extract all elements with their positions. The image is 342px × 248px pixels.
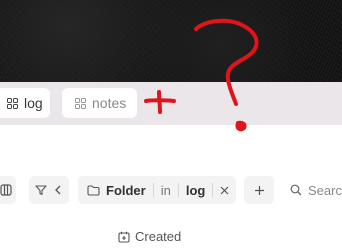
plus-icon xyxy=(254,185,264,195)
folder-icon xyxy=(87,184,100,196)
annotation-overlay xyxy=(144,18,259,132)
search-icon xyxy=(290,184,302,196)
add-filter-button[interactable] xyxy=(244,176,274,204)
column-header-created[interactable]: Created xyxy=(118,229,181,244)
close-icon[interactable] xyxy=(220,186,229,195)
filter-field-label: Folder xyxy=(106,182,146,198)
chevron-left-icon xyxy=(55,185,61,195)
calendar-plus-icon xyxy=(118,231,130,243)
column-header-label: Created xyxy=(135,229,182,244)
board-icon xyxy=(0,184,12,196)
search-field[interactable]: Search xyxy=(290,176,342,204)
search-placeholder: Search xyxy=(308,182,342,198)
view-toggle-button[interactable] xyxy=(0,176,16,204)
divider xyxy=(152,183,154,197)
filter-value: log xyxy=(185,182,206,198)
filter-operator: in xyxy=(160,182,171,198)
plus-annotation xyxy=(144,90,176,114)
divider xyxy=(177,183,179,197)
divider xyxy=(212,183,214,197)
question-mark-annotation xyxy=(194,18,259,132)
filter-button[interactable] xyxy=(29,176,69,204)
filter-chip[interactable]: Folder in log xyxy=(78,176,236,204)
filter-icon xyxy=(35,185,47,196)
